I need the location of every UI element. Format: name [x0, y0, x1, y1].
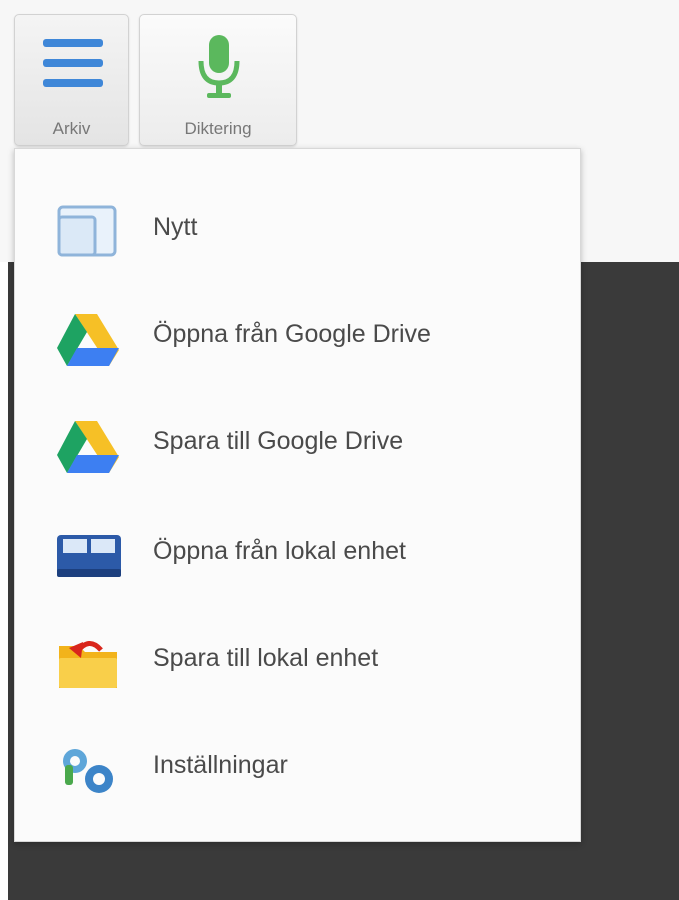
google-drive-icon [53, 308, 123, 368]
menu-item-open-google-drive[interactable]: Öppna från Google Drive [15, 286, 580, 376]
diktering-button-label: Diktering [184, 119, 252, 138]
menu-item-label: Öppna från Google Drive [153, 320, 431, 348]
arkiv-button[interactable]: Arkiv [14, 14, 129, 146]
menu-item-label: Inställningar [153, 751, 288, 779]
local-device-icon [53, 525, 123, 585]
menu-item-save-local-device[interactable]: Spara till lokal enhet [15, 610, 580, 700]
hamburger-menu-icon [43, 39, 103, 89]
new-document-icon [53, 201, 123, 261]
arkiv-button-label: Arkiv [52, 119, 91, 138]
arkiv-dropdown-menu: Nytt Öppna från Google Drive Spara till … [14, 148, 581, 842]
menu-item-label: Öppna från lokal enhet [153, 537, 406, 565]
microphone-icon [195, 35, 243, 105]
menu-item-label: Nytt [153, 213, 198, 241]
menu-item-label: Spara till lokal enhet [153, 644, 379, 672]
google-drive-icon [53, 415, 123, 475]
folder-save-icon [53, 632, 123, 692]
diktering-button[interactable]: Diktering [139, 14, 297, 146]
menu-item-settings[interactable]: Inställningar [15, 717, 580, 807]
menu-item-open-local-device[interactable]: Öppna från lokal enhet [15, 503, 580, 593]
menu-item-nytt[interactable]: Nytt [15, 179, 580, 269]
settings-icon [53, 739, 123, 799]
menu-item-save-google-drive[interactable]: Spara till Google Drive [15, 393, 580, 483]
menu-item-label: Spara till Google Drive [153, 427, 404, 455]
